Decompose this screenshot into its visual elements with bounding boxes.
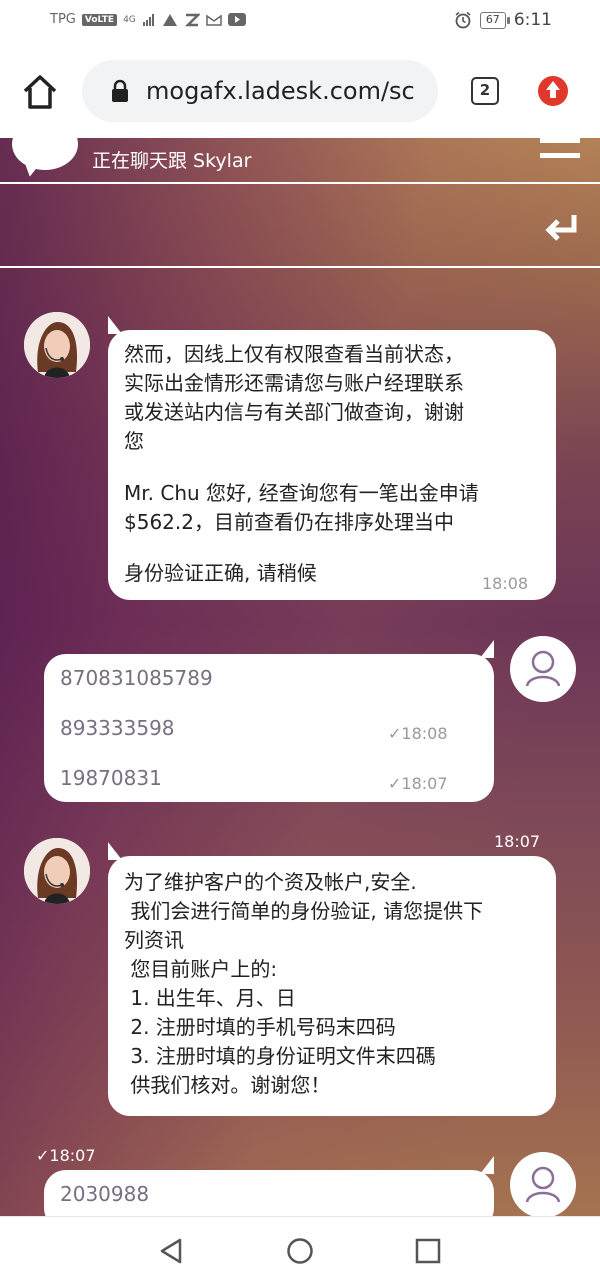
carrier-label: TPG <box>50 12 76 27</box>
message-line: 1. 出生年、月、日 <box>124 986 296 1010</box>
system-nav-bar <box>0 1216 600 1284</box>
message-line: 身份验证正确, 请稍候 <box>124 561 317 585</box>
message-text: 870831085789 <box>60 666 213 690</box>
back-icon[interactable] <box>158 1237 184 1265</box>
message-line: 供我们核对。谢谢您！ <box>124 1073 331 1097</box>
address-bar[interactable]: mogafx.ladesk.com/sc <box>82 60 438 122</box>
alarm-icon <box>455 11 471 29</box>
message-time: ✓18:07 <box>36 1146 96 1165</box>
battery-icon: 67 <box>479 11 510 29</box>
message-line: 实际出金情形还需请您与账户经理联系 <box>124 371 464 395</box>
message-line: $562.2，目前查看仍在排序处理当中 <box>124 510 454 534</box>
message-line: 3. 注册时填的身份证明文件末四碼 <box>124 1044 436 1068</box>
agent-status: 正在聊天跟 Skylar <box>92 150 252 172</box>
browser-toolbar: mogafx.ladesk.com/sc 2 <box>0 44 600 138</box>
mail-icon <box>206 14 222 26</box>
status-left: TPG VoLTE 4G <box>50 12 246 27</box>
network-type: 4G <box>123 14 136 25</box>
chat-header: 正在聊天跟 Skylar <box>0 138 600 270</box>
volte-badge: VoLTE <box>81 13 118 26</box>
message-line: 然而，因线上仅有权限查看当前状态， <box>124 342 464 366</box>
message-line: 您目前账户上的: <box>124 957 278 981</box>
recents-icon[interactable] <box>415 1238 441 1264</box>
header-divider <box>0 266 600 268</box>
agent-avatar <box>24 838 90 904</box>
message-text: 2030988 <box>60 1182 150 1206</box>
message-line: 为了维护客户的个资及帐户,安全. <box>124 870 417 894</box>
menu-icon[interactable] <box>540 138 580 160</box>
lock-icon <box>112 79 128 102</box>
message-paragraph: 身份验证正确, 请稍候 <box>124 559 540 588</box>
user-message: 2030988 <box>44 1156 494 1216</box>
message-line: Mr. Chu 您好, 经查询您有一笔出金申请 <box>124 481 479 505</box>
message-paragraph: Mr. Chu 您好, 经查询您有一笔出金申请 $562.2，目前查看仍在排序处… <box>124 479 540 537</box>
agent-message: 为了维护客户的个资及帐户,安全. 我们会进行简单的身份验证, 请您提供下 列资讯… <box>108 842 556 1116</box>
message-line: 2. 注册时填的手机号码末四码 <box>124 1015 396 1039</box>
agent-avatar <box>24 312 90 378</box>
message-paragraph: 然而，因线上仅有权限查看当前状态， 实际出金情形还需请您与账户经理联系 或发送站… <box>124 340 540 456</box>
message-time: ✓18:07 <box>388 774 448 793</box>
update-icon[interactable] <box>538 76 568 106</box>
url-text[interactable]: mogafx.ladesk.com/sc <box>146 77 415 105</box>
agent-message: 然而，因线上仅有权限查看当前状态， 实际出金情形还需请您与账户经理联系 或发送站… <box>108 316 556 600</box>
message-line: 或发送站内信与有关部门做查询，谢谢 <box>124 400 464 424</box>
clock: 6:11 <box>513 10 552 30</box>
status-right: 67 6:11 <box>454 10 552 30</box>
user-avatar <box>510 636 576 702</box>
message-line: 列资讯 <box>124 928 184 952</box>
warning-icon <box>162 13 177 26</box>
header-divider <box>0 182 600 184</box>
message-time: 18:07 <box>494 832 541 851</box>
message-line: 您 <box>124 429 144 453</box>
message-text: 893333598 <box>60 716 175 740</box>
message-text: 19870831 <box>60 766 162 790</box>
message-time: 18:08 <box>482 574 529 593</box>
message-time: ✓18:08 <box>388 724 448 743</box>
user-message: 870831085789 893333598 ✓18:08 19870831 ✓… <box>44 640 494 802</box>
home-circle-icon[interactable] <box>286 1237 314 1265</box>
tab-switcher-button[interactable]: 2 <box>471 77 499 105</box>
enter-icon[interactable] <box>544 212 580 244</box>
message-line: 我们会进行简单的身份验证, 请您提供下 <box>124 899 484 923</box>
chat-logo-icon <box>12 138 78 170</box>
youtube-icon <box>227 13 246 26</box>
status-bar: TPG VoLTE 4G 67 6:11 <box>0 0 600 44</box>
user-avatar <box>510 1152 576 1216</box>
home-icon[interactable] <box>20 72 60 112</box>
signal-icon <box>142 13 154 26</box>
chat-window: 正在聊天跟 Skylar 然而，因线上仅有权限查看当前状态， 实际出金情形还需请… <box>0 138 600 1216</box>
app-z-icon <box>184 13 200 26</box>
